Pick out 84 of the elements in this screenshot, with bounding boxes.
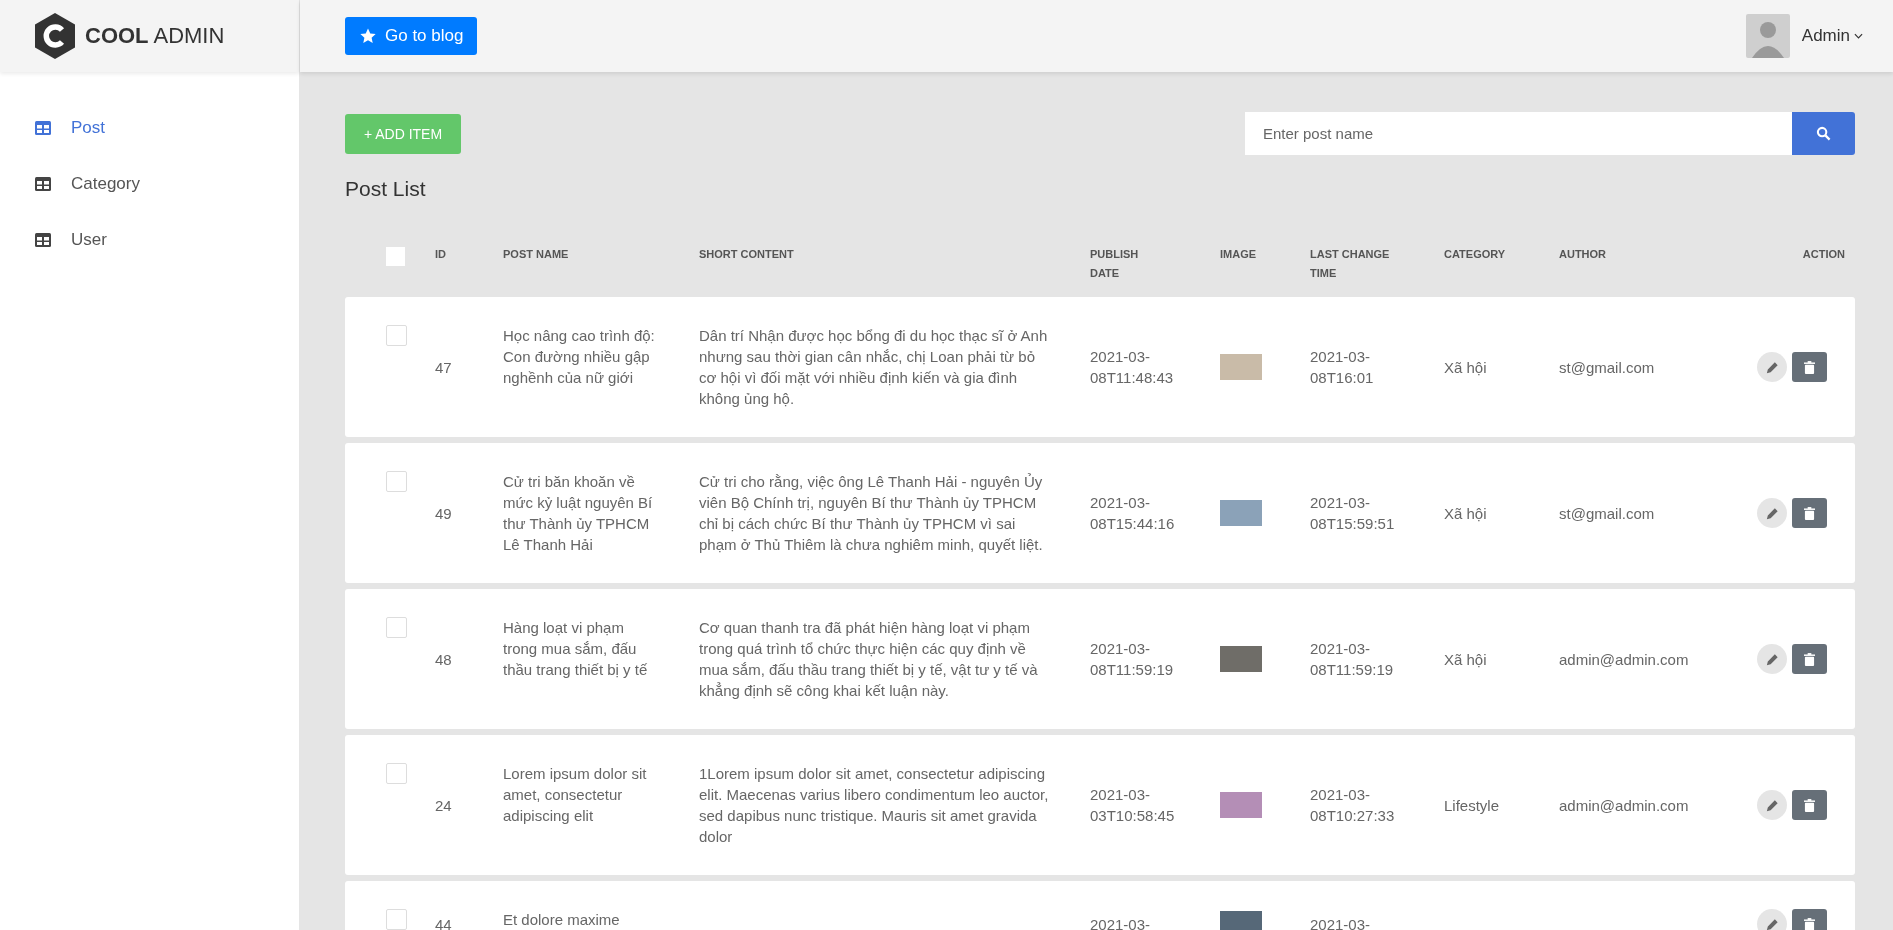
table-cell: Lifestyle xyxy=(1444,796,1500,814)
table-cell: Hàng loạt vi phạm trong mua sắm, đấu thầu trang thiết bị y tế xyxy=(503,619,648,678)
sidebar-item[interactable]: Category xyxy=(35,156,299,212)
table-cell: 2021-03-08T11:48:43 xyxy=(1090,348,1174,386)
delete-button[interactable] xyxy=(1792,790,1827,820)
photo-placeholder xyxy=(1220,646,1262,672)
table-cell: 2021-03-03T10:58:45 xyxy=(1090,786,1175,824)
table-cell: Dân trí Nhận được học bổng đi du học thạc sĩ ở Anh nhưng sau thời gian cân nhắc, chị Loan phải từ bỏ cơ hội vì đối mặt với nhiều định kiến và gia đình không ủng hộ. xyxy=(699,327,1048,407)
column-header: PUBLISH DATE xyxy=(1090,247,1140,281)
table-cell: 47 xyxy=(435,358,452,376)
row-checkbox[interactable] xyxy=(386,909,407,930)
table-cell: 1Lorem ipsum dolor sit amet, consectetur adipiscing elit. Maecenas varius libero condimentum leo auctor, sed dapibus nunc tristique. Mauris sit amet gravida dolor xyxy=(699,765,1049,845)
table-cell: 2021-03-08T16:01 xyxy=(1310,348,1374,386)
delete-button[interactable] xyxy=(1792,498,1827,528)
delete-button[interactable] xyxy=(1792,909,1827,930)
edit-button[interactable] xyxy=(1757,790,1787,820)
table-cell: 2021-03-08T11:59:19 xyxy=(1090,640,1174,678)
table-cell: Cử tri cho rằng, việc ông Lê Thanh Hải - nguyên Ủy viên Bộ Chính trị, nguyên Bí thư Thành ủy TPHCM chỉ bị cách chức Bí thư Thành ủy TPHCM vì sai phạm ở Thủ Thiêm là chưa nghiêm minh, quyết liệt. xyxy=(699,473,1043,553)
table-cell: Xã hội xyxy=(1444,504,1487,522)
row-checkbox[interactable] xyxy=(386,763,407,784)
table-cell: Cơ quan thanh tra đã phát hiện hàng loạt vi phạm trong quá trình tổ chức thực hiện các quy định về mua sắm, đấu thầu trang thiết bị y tế, vật tư y tế và khẳng định sẽ công khai kết luận này. xyxy=(699,619,1038,699)
table-cell: 24 xyxy=(435,796,452,814)
delete-button[interactable] xyxy=(1792,644,1827,674)
table-cell: 2021-03- xyxy=(1090,915,1151,930)
search-icon xyxy=(1816,126,1831,141)
chevron-down-icon xyxy=(1854,33,1863,39)
table-cell: st@gmail.com xyxy=(1559,358,1655,376)
column-header: SHORT CONTENT xyxy=(699,248,794,260)
table-cell: 2021-03- xyxy=(1310,915,1371,930)
brand-name: COOL ADMIN xyxy=(85,23,225,49)
table-icon xyxy=(35,177,51,191)
photo-placeholder xyxy=(1220,354,1262,380)
search-field[interactable]: Enter post name xyxy=(1245,112,1792,155)
edit-button[interactable] xyxy=(1757,352,1787,382)
table-cell: st@gmail.com xyxy=(1559,504,1655,522)
table-cell: 48 xyxy=(435,650,452,668)
sidebar-item[interactable]: Post xyxy=(35,100,299,156)
photo-placeholder xyxy=(1220,792,1262,818)
search-button[interactable] xyxy=(1792,112,1855,155)
go-to-blog-button[interactable]: Go to blog xyxy=(345,17,478,55)
column-header: ACTION xyxy=(1802,248,1845,260)
table-cell: Xã hội xyxy=(1444,358,1487,376)
table-cell: Lorem ipsum dolor sit amet, consectetur adipiscing elit xyxy=(503,765,647,824)
row-checkbox[interactable] xyxy=(386,325,407,346)
table-cell: 2021-03-08T10:27:33 xyxy=(1310,786,1395,824)
edit-button[interactable] xyxy=(1757,644,1787,674)
table-cell: Xã hội xyxy=(1444,650,1487,668)
table-cell: 2021-03-08T11:59:19 xyxy=(1310,640,1394,678)
photo-placeholder xyxy=(1220,911,1262,930)
trash-icon xyxy=(1804,798,1815,812)
column-header: POST NAME xyxy=(503,248,569,260)
select-all-checkbox[interactable] xyxy=(386,247,405,266)
trash-icon xyxy=(1804,652,1815,666)
avatar-placeholder xyxy=(1745,14,1790,58)
table-cell: Học nâng cao trình độ: Con đường nhiều gập nghềnh của nữ giới xyxy=(503,327,655,386)
table-cell: Cử tri băn khoăn về mức kỷ luật nguyên Bí thư Thành ủy TPHCM Lê Thanh Hải xyxy=(503,473,653,553)
edit-button[interactable] xyxy=(1757,909,1787,930)
trash-icon xyxy=(1804,360,1815,374)
trash-icon xyxy=(1804,506,1815,520)
table-cell: admin@admin.com xyxy=(1559,796,1689,814)
trash-icon xyxy=(1804,917,1815,930)
photo-placeholder xyxy=(1220,500,1262,526)
table-icon xyxy=(35,233,51,247)
table-cell: 44 xyxy=(435,915,452,930)
user-menu-button[interactable]: Admin xyxy=(1801,26,1863,46)
star-icon xyxy=(359,27,377,45)
delete-button[interactable] xyxy=(1792,352,1827,382)
column-header: CATEGORY xyxy=(1444,248,1506,260)
row-checkbox[interactable] xyxy=(386,617,407,638)
table-cell: Et dolore maxime xyxy=(503,911,620,928)
table-cell: admin@admin.com xyxy=(1559,650,1689,668)
column-header: ID xyxy=(435,248,446,260)
column-header: LAST CHANGE TIME xyxy=(1310,247,1391,281)
page-title: Post List xyxy=(345,177,427,201)
sidebar-item[interactable]: User xyxy=(35,212,299,268)
row-checkbox[interactable] xyxy=(386,471,407,492)
table-cell: 49 xyxy=(435,504,452,522)
edit-button[interactable] xyxy=(1757,498,1787,528)
table-cell: 2021-03-08T15:44:16 xyxy=(1090,494,1175,532)
table-icon xyxy=(35,121,51,135)
column-header: IMAGE xyxy=(1220,248,1257,260)
logo-icon xyxy=(35,13,75,59)
column-header: AUTHOR xyxy=(1559,248,1607,260)
table-cell: 2021-03-08T15:59:51 xyxy=(1310,494,1395,532)
